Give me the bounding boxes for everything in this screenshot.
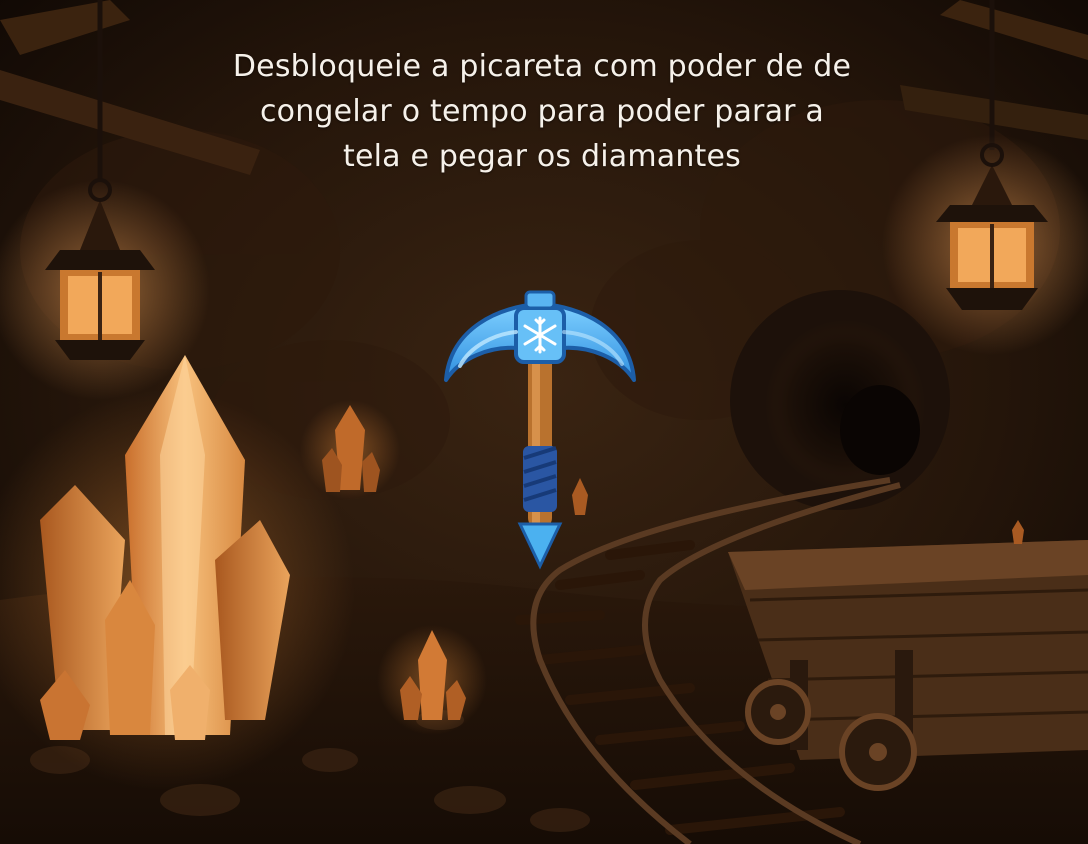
message-line-3: tela e pegar os diamantes	[342, 139, 742, 174]
tunnel-depth	[840, 385, 920, 475]
ice-pickaxe-icon	[444, 290, 636, 570]
pickaxe-tip	[517, 522, 563, 570]
unlock-message: Desbloqueie a picareta com poder de de c…	[200, 44, 884, 179]
ice-pickaxe-item[interactable]	[440, 288, 640, 570]
game-screen: Desbloqueie a picareta com poder de de c…	[0, 0, 1088, 844]
message-line-1: Desbloqueie a picareta com poder de de	[232, 49, 852, 84]
message-line-2: congelar o tempo para poder parar a	[259, 94, 825, 129]
